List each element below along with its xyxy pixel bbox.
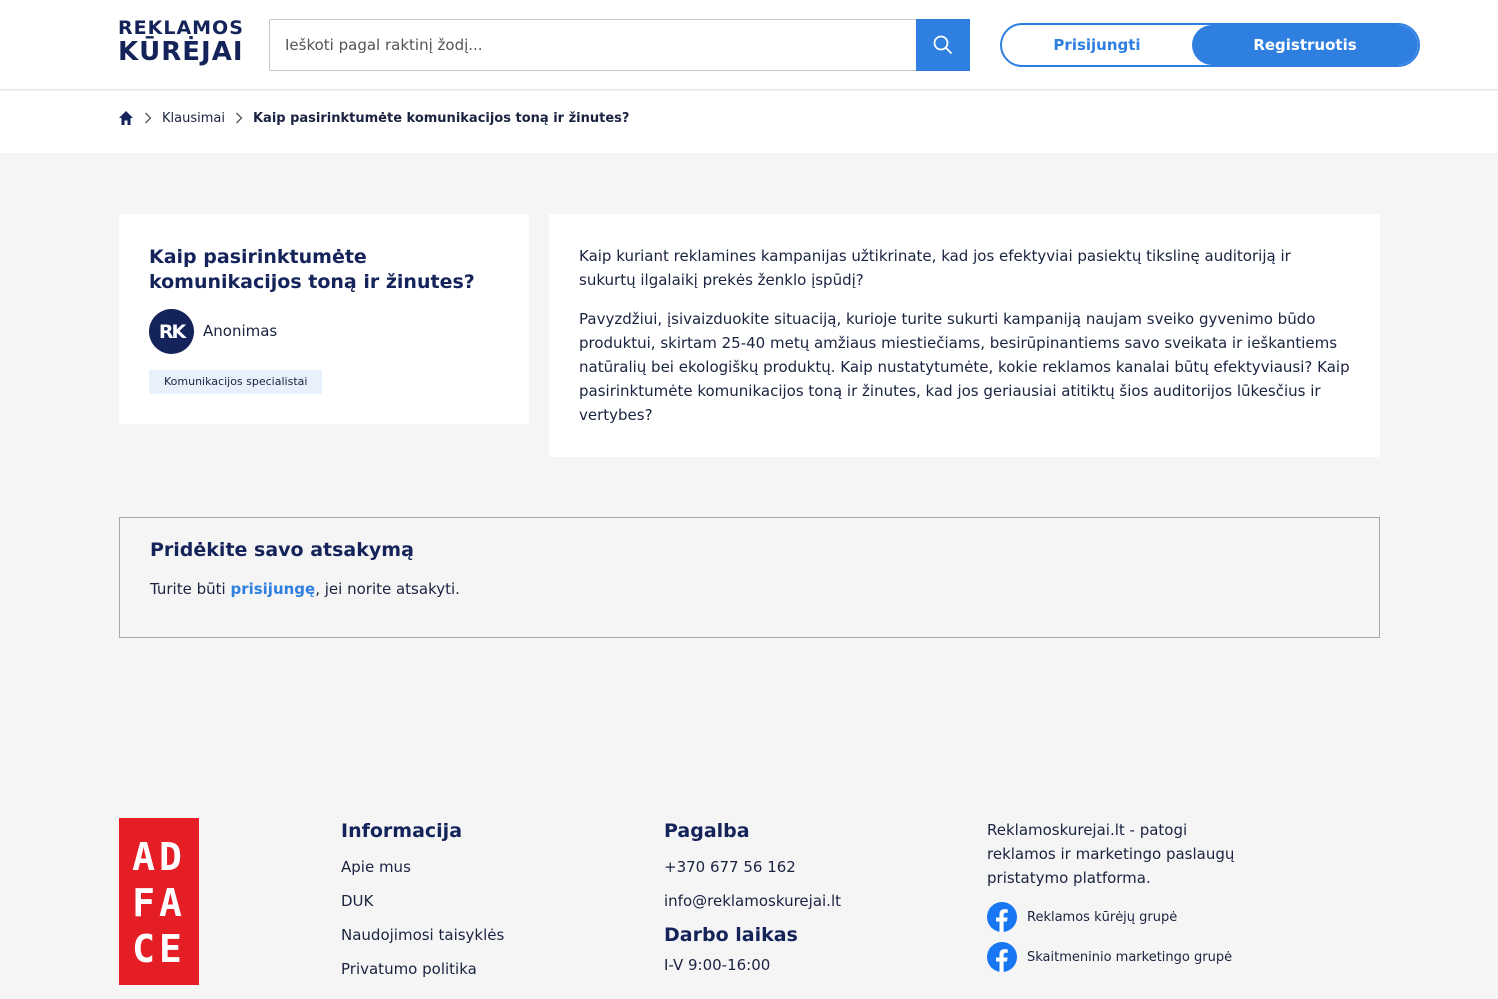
footer-about-text: Reklamoskurejai.lt - patogi reklamos ir …: [987, 821, 1235, 887]
footer-hours-heading: Darbo laikas: [664, 924, 798, 946]
footer-phone[interactable]: +370 677 56 162: [664, 856, 841, 890]
chevron-right-icon: [235, 112, 243, 124]
answer-box: Pridėkite savo atsakymą Turite būti pris…: [119, 517, 1380, 638]
facebook-group-label: Skaitmeninio marketingo grupė: [1027, 949, 1233, 965]
footer-about-column: Reklamoskurejai.lt - patogi reklamos ir …: [987, 818, 1247, 972]
question-paragraph: Kaip kuriant reklamines kampanijas užtik…: [579, 247, 1291, 289]
answer-login-notice: Turite būti prisijungę, jei norite atsak…: [150, 580, 460, 598]
answer-heading: Pridėkite savo atsakymą: [150, 539, 414, 561]
facebook-group-link-1[interactable]: Reklamos kūrėjų grupė: [987, 902, 1247, 932]
auth-buttons: Prisijungti Registruotis: [1000, 23, 1420, 67]
breadcrumb: Klausimai Kaip pasirinktumėte komunikaci…: [118, 108, 629, 128]
chevron-right-icon: [144, 112, 152, 124]
facebook-group-label: Reklamos kūrėjų grupė: [1027, 909, 1178, 925]
author-name: Anonimas: [203, 322, 278, 340]
category-tag[interactable]: Komunikacijos specialistai: [149, 370, 323, 394]
question-paragraph: Pavyzdžiui, įsivaizduokite situaciją, ku…: [579, 310, 1350, 424]
search-icon: [933, 35, 952, 54]
footer-email[interactable]: info@reklamoskurejai.lt: [664, 890, 841, 924]
question-card: Kaip pasirinktumėte komunikacijos toną i…: [119, 214, 529, 424]
avatar: RK: [149, 309, 194, 354]
question-title: Kaip pasirinktumėte komunikacijos toną i…: [149, 246, 475, 293]
question-body: Kaip kuriant reklamines kampanijas užtik…: [549, 214, 1380, 457]
search-button[interactable]: [916, 19, 970, 71]
site-header: REKLAMOS KŪRĖJAI Prisijungti Registruoti…: [0, 0, 1498, 90]
logo-line2: KŪRĖJAI: [118, 37, 244, 67]
breadcrumb-current: Kaip pasirinktumėte komunikacijos toną i…: [252, 110, 630, 126]
notice-text-before: Turite būti: [150, 580, 231, 598]
facebook-icon: [987, 902, 1017, 932]
footer-help-column: Pagalba +370 677 56 162 info@reklamoskur…: [664, 820, 841, 974]
breadcrumb-section-link[interactable]: Klausimai: [162, 111, 225, 126]
register-button[interactable]: Registruotis: [1192, 25, 1418, 65]
footer-link-faq[interactable]: DUK: [341, 890, 504, 924]
breadcrumb-bar: Klausimai Kaip pasirinktumėte komunikaci…: [0, 91, 1498, 153]
search-box: [269, 19, 970, 71]
facebook-group-link-2[interactable]: Skaitmeninio marketingo grupė: [987, 942, 1247, 972]
login-button[interactable]: Prisijungti: [1002, 25, 1192, 65]
adface-line: FA: [132, 881, 186, 925]
search-input[interactable]: [270, 20, 917, 70]
adface-line: AD: [132, 835, 186, 879]
footer-link-terms[interactable]: Naudojimosi taisyklės: [341, 924, 504, 958]
home-icon[interactable]: [118, 110, 134, 126]
footer-help-heading: Pagalba: [664, 820, 750, 842]
footer-link-about[interactable]: Apie mus: [341, 856, 504, 890]
footer-link-privacy[interactable]: Privatumo politika: [341, 958, 504, 992]
notice-text-after: , jei norite atsakyti.: [315, 580, 460, 598]
logo-line1: REKLAMOS: [118, 17, 244, 39]
facebook-icon: [987, 942, 1017, 972]
adface-logo[interactable]: AD FA CE: [119, 818, 199, 985]
footer-info-heading: Informacija: [341, 820, 463, 842]
login-link[interactable]: prisijungę: [230, 580, 315, 598]
footer-info-column: Informacija Apie mus DUK Naudojimosi tai…: [341, 820, 504, 992]
site-logo[interactable]: REKLAMOS KŪRĖJAI: [118, 17, 244, 67]
footer-hours: I-V 9:00-16:00: [664, 956, 771, 974]
adface-line: CE: [132, 927, 186, 971]
